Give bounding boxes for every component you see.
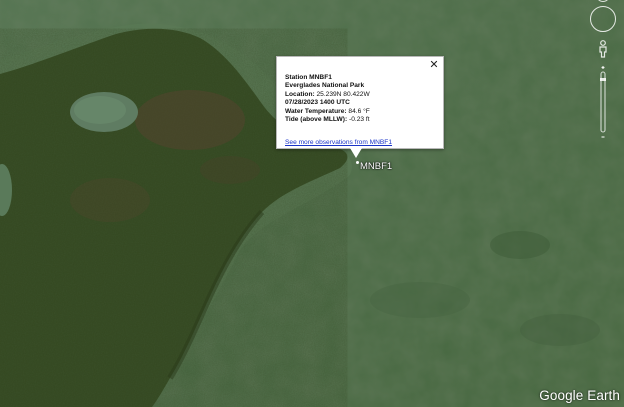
observation-datetime: 07/28/2023 1400 UTC — [285, 99, 350, 107]
pegman-icon[interactable] — [598, 40, 608, 58]
location-value: 25.239N 80.422W — [316, 90, 370, 98]
station-title: Station MNBF1 — [285, 74, 332, 81]
tide-row: Tide (above MLLW): -0.23 ft — [285, 116, 435, 124]
close-icon[interactable]: ✕ — [429, 60, 439, 71]
zoom-slider-icon[interactable] — [598, 64, 608, 140]
balloon-pointer — [350, 148, 362, 158]
water-temp-value: 84.6 °F — [348, 107, 370, 115]
tide-label: Tide (above MLLW): — [285, 116, 348, 124]
water-temp-row: Water Temperature: 84.6 °F — [285, 108, 435, 116]
info-balloon: ✕ Station MNBF1 Everglades National Park… — [276, 56, 444, 149]
placemark-icon[interactable] — [356, 161, 359, 164]
location-label: Location: — [285, 90, 315, 98]
google-earth-logo: Google Earth — [539, 388, 620, 403]
compass-icon[interactable] — [590, 6, 616, 32]
location-row: Location: 25.239N 80.422W — [285, 91, 435, 99]
more-observations-link[interactable]: See more observations from MNBF1 — [285, 139, 392, 147]
placemark-label[interactable]: MNBF1 — [360, 161, 392, 172]
tide-value: -0.23 ft — [349, 116, 370, 124]
water-temp-label: Water Temperature: — [285, 107, 347, 115]
park-name: Everglades National Park — [285, 82, 365, 90]
